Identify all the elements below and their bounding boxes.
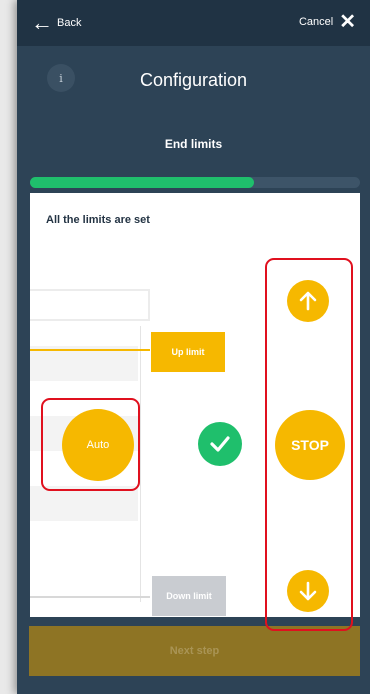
next-step-button[interactable]: Next step — [29, 626, 360, 676]
up-limit-line — [30, 349, 150, 351]
back-label: Back — [57, 17, 82, 29]
controls-highlight-frame — [265, 258, 353, 631]
page-title: Configuration — [139, 70, 248, 90]
top-bar: ← Back Cancel ✕ — [17, 0, 370, 46]
progress-bar — [30, 177, 360, 188]
window-top-panel — [30, 289, 150, 321]
close-icon: ✕ — [339, 11, 356, 33]
window-slat — [30, 346, 138, 381]
page-subtitle: End limits — [164, 137, 223, 151]
cancel-button[interactable]: Cancel ✕ — [298, 11, 356, 33]
progress-fill — [30, 177, 255, 188]
auto-highlight-frame — [41, 398, 140, 491]
back-arrow-icon: ← — [31, 10, 53, 35]
window-slat — [30, 486, 138, 521]
cancel-label: Cancel — [298, 16, 334, 28]
check-icon — [198, 422, 242, 466]
down-limit-line — [30, 596, 150, 598]
status-text: All the limits are set — [46, 214, 150, 226]
down-limit-tag[interactable]: Down limit — [152, 576, 226, 616]
back-button[interactable]: ← Back — [31, 10, 82, 35]
up-limit-tag[interactable]: Up limit — [151, 332, 225, 372]
